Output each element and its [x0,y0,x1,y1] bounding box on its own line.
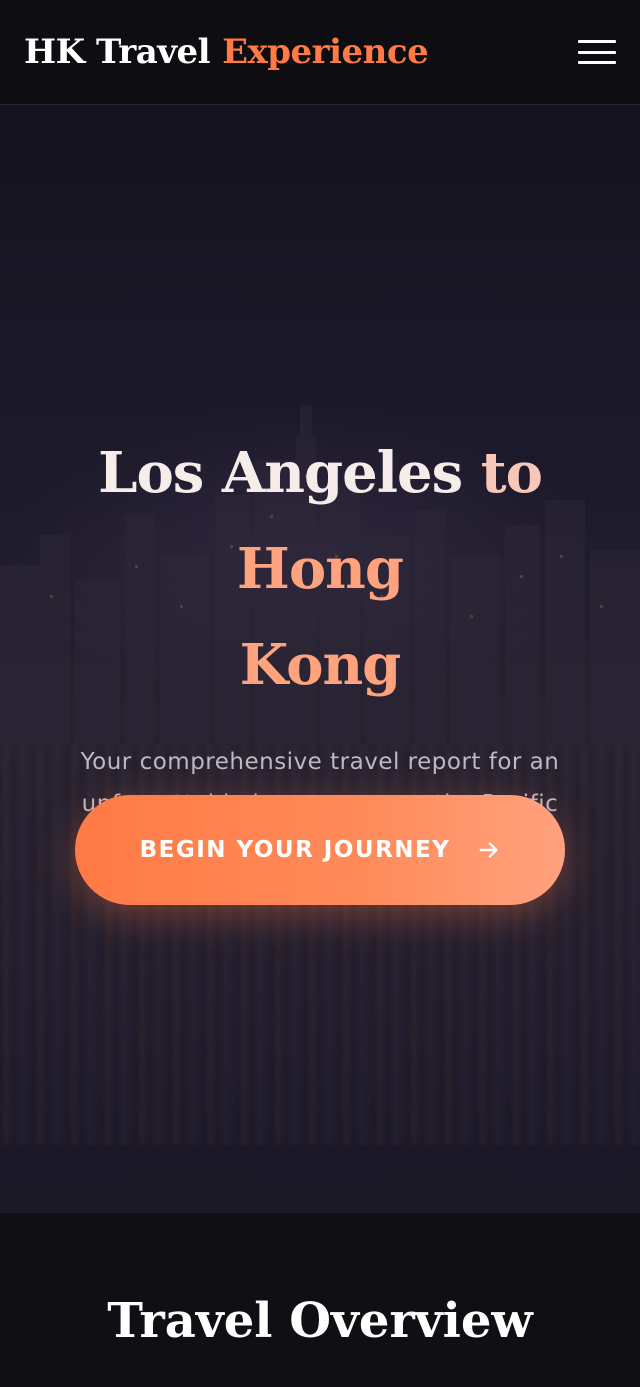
hamburger-menu-icon[interactable] [578,40,616,64]
travel-overview-section: Travel Overview [0,1213,640,1387]
hero-title-part: to [480,440,543,506]
hero-title-part: Hong [236,536,404,602]
begin-journey-button[interactable]: BEGIN YOUR JOURNEY [75,795,565,905]
hero-content: Los Angeles to Hong Kong Your comprehens… [0,425,640,825]
brand-accent: Experience [222,32,429,72]
menu-line [578,40,616,43]
brand-name: HK Travel [24,32,211,72]
begin-journey-label: BEGIN YOUR JOURNEY [139,837,451,863]
hero-title-part: Los Angeles [98,440,463,506]
menu-line [578,50,616,54]
brand-logo[interactable]: HK Travel Experience [24,32,429,72]
hero-title: Los Angeles to Hong Kong [20,425,620,713]
arrow-right-icon [479,842,498,858]
section-title: Travel Overview [107,1293,533,1349]
site-header: HK Travel Experience [0,0,640,105]
hero-section: Los Angeles to Hong Kong Your comprehens… [0,105,640,1213]
menu-line [578,61,616,64]
hero-title-part: Kong [239,632,402,698]
